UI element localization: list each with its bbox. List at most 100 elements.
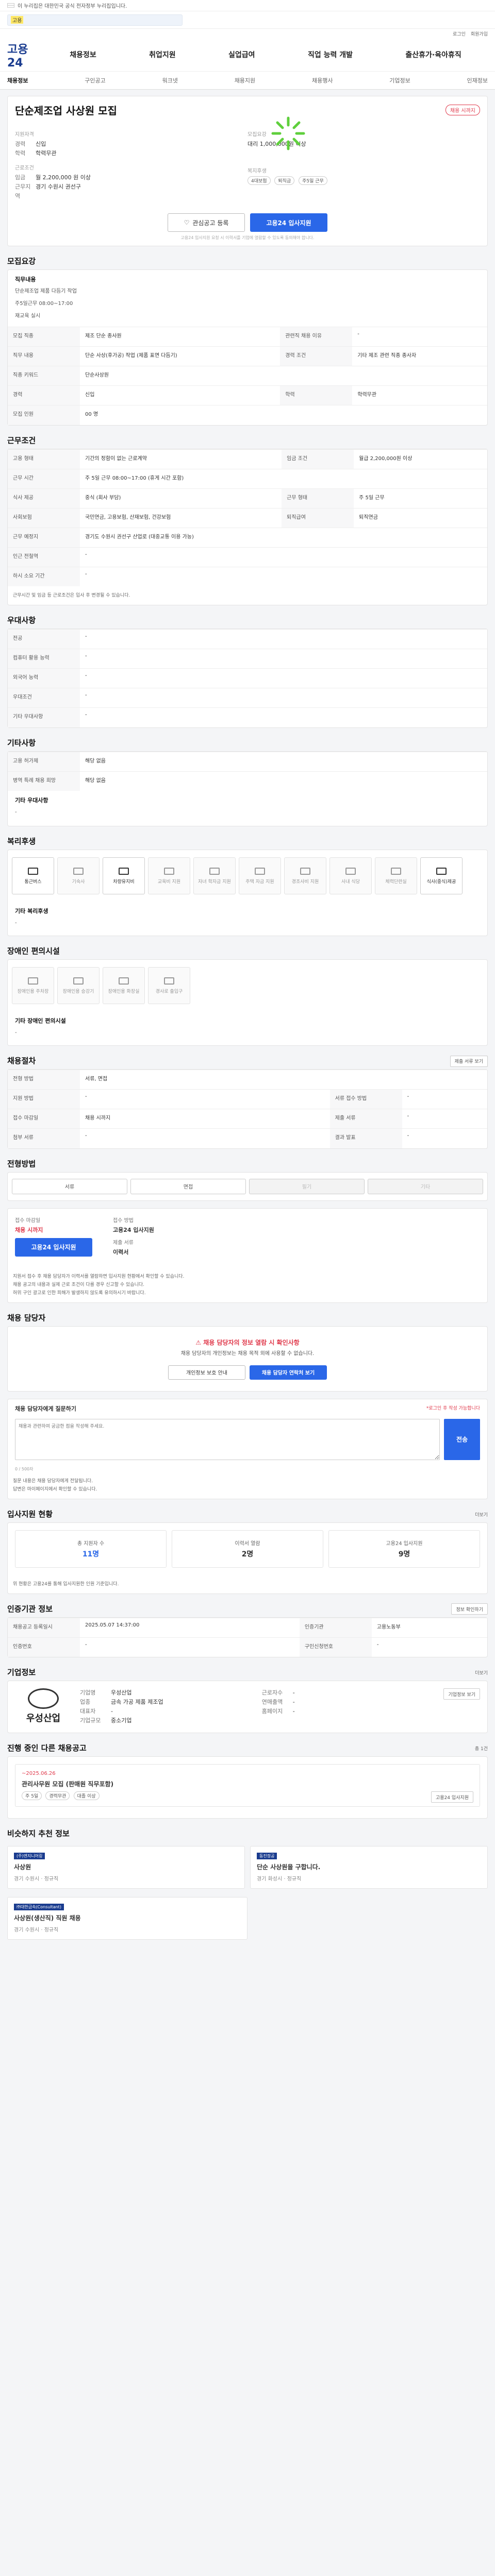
login-link[interactable]: 로그인 xyxy=(453,30,466,37)
recommend-title: 사상원(생산직) 직원 채용 xyxy=(14,1914,81,1922)
kv-value: - xyxy=(111,1708,113,1715)
company-info-button[interactable]: 기업정보 보기 xyxy=(443,1688,481,1700)
row-value: 중식 (회사 부담) xyxy=(80,488,282,508)
kv-value: - xyxy=(292,1699,295,1705)
company-kv: 홈페이지 - xyxy=(262,1707,436,1716)
signup-link[interactable]: 회원가입 xyxy=(471,30,488,37)
sub-nav: 채용정보 구인공고 워크넷 채용지원 채용행사 기업정보 인재정보 xyxy=(0,71,495,90)
privacy-button[interactable]: 개인정보 보호 안내 xyxy=(168,1365,245,1380)
method-label: 접수 방법 xyxy=(113,1217,134,1224)
util-menu: 로그인 회원가입 xyxy=(0,29,495,38)
row-value: 00 명 xyxy=(80,405,487,425)
row-label: 지원 방법 xyxy=(8,1089,80,1109)
other-apply-button[interactable]: 고용24 입사지원 xyxy=(431,1791,473,1803)
kv-key: 경력 xyxy=(15,141,26,147)
documents-button[interactable]: 제출 서류 보기 xyxy=(450,1055,488,1067)
row-value: - xyxy=(371,1637,487,1657)
kv-value: - xyxy=(292,1708,295,1715)
info-table: 채용공고 등록일시 2025.05.07 14:37:00 인증기관 고용노동부 인증번… xyxy=(8,1617,487,1657)
table-row: 전형 방법 서류, 면접 xyxy=(8,1070,487,1090)
kv-value: 월 2,200,000 원 이상 xyxy=(36,174,91,181)
kv-key: 근무지역 xyxy=(15,183,31,199)
row-value: 해당 없음 xyxy=(80,771,487,791)
row-label: 결과 발표 xyxy=(329,1128,402,1148)
nav-item[interactable]: 출산휴가·육아휴직 xyxy=(405,49,461,60)
recommend-card[interactable]: ㈜대한금속(Consultant) 사상원(생산직) 직원 채용 경기 수원시 · … xyxy=(7,1897,248,1940)
logo-mark-icon xyxy=(28,1688,59,1709)
inquiry-textarea[interactable] xyxy=(15,1418,440,1460)
nav-item[interactable]: 실업급여 xyxy=(228,49,255,60)
loading-spinner-icon xyxy=(271,116,305,150)
feature-label: 주택 자금 지원 xyxy=(245,879,274,885)
method-item: 기타 xyxy=(368,1178,483,1194)
main-nav: 채용정보 취업지원 실업급여 직업 능력 개발 출산휴가·육아휴직 xyxy=(43,49,488,60)
row-label: 직종 키워드 xyxy=(8,366,80,386)
row-label: 채용공고 등록일시 xyxy=(8,1617,80,1637)
subnav-item[interactable]: 채용정보 xyxy=(7,76,28,84)
welfare-other-label: 기타 복리후생 xyxy=(15,908,48,914)
send-button[interactable]: 전송 xyxy=(444,1418,480,1460)
recommend-meta: 경기 수원시 · 정규직 xyxy=(14,1927,59,1933)
stats-more-link[interactable]: 더보기 xyxy=(475,1511,488,1518)
kv-value: 학력무관 xyxy=(36,150,57,157)
feature-icon xyxy=(28,977,38,985)
feature-item: 경조사비 지원 xyxy=(284,857,326,894)
row-label: 모집 인원 xyxy=(8,405,80,425)
subnav-item[interactable]: 워크넷 xyxy=(162,76,178,84)
row-label: 고용 형태 xyxy=(8,449,80,469)
etc-sub-value: - xyxy=(15,809,17,815)
row-label: 전형 방법 xyxy=(8,1070,80,1090)
job-desc-line: 단순제조업 제품 다듬기 작업 xyxy=(15,289,77,294)
subnav-item[interactable]: 채용지원 xyxy=(235,76,255,84)
recommend-card[interactable]: 동진정공 단순 사상원을 구합니다. 경기 화성시 · 정규직 xyxy=(250,1846,488,1889)
info-button[interactable]: 정보 확인하기 xyxy=(451,1603,488,1615)
contact-button[interactable]: 채용 담당자 연락처 보기 xyxy=(250,1365,327,1380)
nav-item[interactable]: 직업 능력 개발 xyxy=(308,49,353,60)
table-row: 직종 키워드 단순사상원 xyxy=(8,366,487,386)
other-count: 총 1건 xyxy=(474,1747,488,1752)
subnav-item[interactable]: 인재정보 xyxy=(467,76,487,84)
table-row: 외국어 능력 - xyxy=(8,668,487,688)
kv-key: 연매출액 xyxy=(261,1699,283,1705)
table-row: 채용공고 등록일시 2025.05.07 14:37:00 인증기관 고용노동부 xyxy=(8,1617,487,1637)
search-input[interactable]: 고용 xyxy=(7,14,183,26)
save-job-button[interactable]: ♡ 관심공고 등록 xyxy=(168,213,245,232)
other-job-tag: 경력무관 xyxy=(45,1791,70,1800)
company-more-link[interactable]: 더보기 xyxy=(475,1669,488,1676)
recommend-card[interactable]: (주)엔지니어링 사상원 경기 수원시 · 정규직 xyxy=(7,1846,245,1889)
company-kv: 기업규모 중소기업 xyxy=(80,1716,254,1725)
other-job-tag: 주 5일 xyxy=(22,1791,42,1800)
nav-item[interactable]: 취업지원 xyxy=(149,49,176,60)
conditions-foot: 근무시간 및 임금 등 근로조건은 입사 후 변경될 수 있습니다. xyxy=(13,593,130,598)
welfare-grid: 통근버스 기숙사 차량유지비 교육비 지원 자녀 학자금 지원 주택 자금 지원 경조사비 … xyxy=(8,850,487,902)
table-row: 하시 소요 기간 - xyxy=(8,566,487,586)
row-value: 퇴직연금 xyxy=(354,507,487,528)
table-row: 식사 제공 중식 (회사 부담) 근무 형태 주 5일 근무 xyxy=(8,488,487,508)
table-row: 기타 우대사항 - xyxy=(8,707,487,727)
table-row: 인증번호 - 구인신청번호 - xyxy=(8,1637,487,1657)
row-value: 단순사상원 xyxy=(80,366,487,386)
table-row: 모집 직종 제조 단순 종사원 관련직 채용 이유 - xyxy=(8,327,487,347)
row-label: 고용 허가제 xyxy=(8,751,80,771)
row-label: 인증번호 xyxy=(8,1637,80,1657)
table-row: 지원 방법 - 서류 접수 방법 - xyxy=(8,1089,487,1109)
bullet-item: 허위 구인 광고로 인한 피해가 발생하지 않도록 유의하시기 바랍니다. xyxy=(13,1290,146,1296)
company-logo: 우성산업 xyxy=(15,1688,72,1725)
search-highlight: 고용 xyxy=(11,16,24,24)
welfare-tag: 주5일 근무 xyxy=(299,176,327,185)
row-label: 우대조건 xyxy=(8,688,80,708)
apply-button[interactable]: 고용24 입사지원 xyxy=(250,213,327,232)
row-label: 서류 접수 방법 xyxy=(329,1089,402,1109)
feature-label: 장애인용 승강기 xyxy=(62,989,94,994)
nav-item[interactable]: 채용정보 xyxy=(70,49,96,60)
site-logo[interactable]: 고용24 xyxy=(7,40,43,70)
apply-button-2[interactable]: 고용24 입사지원 xyxy=(15,1238,92,1257)
subnav-item[interactable]: 기업정보 xyxy=(389,76,410,84)
subnav-item[interactable]: 구인공고 xyxy=(85,76,105,84)
other-job-card[interactable]: ~2025.06.26 관리사무원 모집 (판매원 직무포함) 주 5일 경력무… xyxy=(15,1764,480,1807)
subnav-item[interactable]: 채용행사 xyxy=(312,76,333,84)
feature-item: 장애인용 주차장 xyxy=(12,967,54,1004)
etc-table: 고용 허가제 해당 없음 병역 특례 채용 희망 해당 없음 xyxy=(8,751,487,791)
feature-item: 장애인용 승강기 xyxy=(57,967,100,1004)
welfare-tag: 퇴직금 xyxy=(274,176,295,185)
